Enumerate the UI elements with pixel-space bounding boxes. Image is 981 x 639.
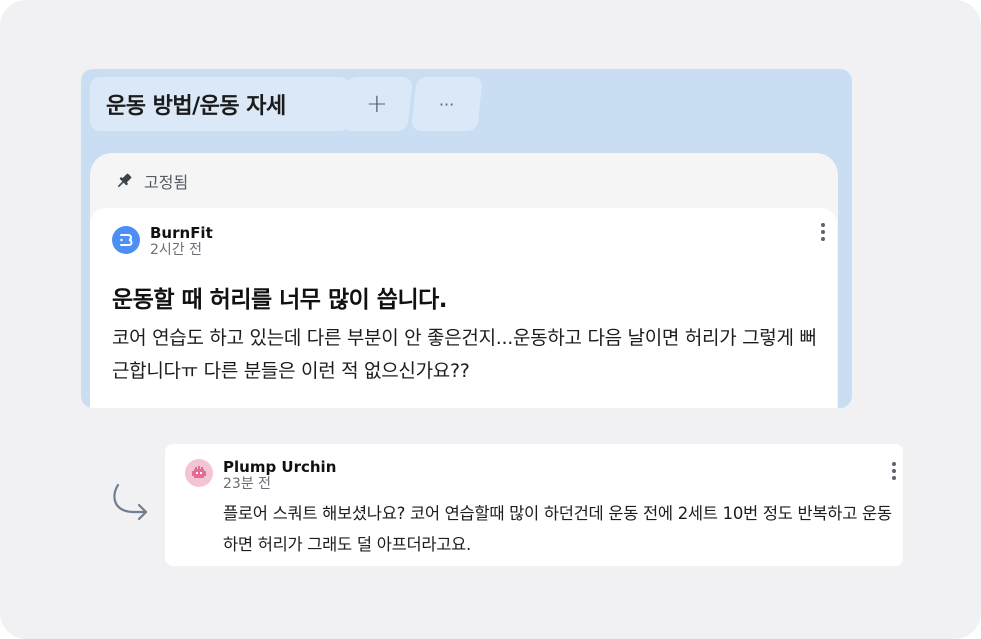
tab-board-title[interactable]: 운동 방법/운동 자세 <box>90 77 350 131</box>
pinned-label: 고정됨 <box>144 173 189 192</box>
post-body: 코어 연습도 하고 있는데 다른 부분이 안 좋은건지...운동하고 다음 날이… <box>112 327 817 382</box>
comment-author: Plump Urchin 23분 전 <box>185 458 336 492</box>
plus-icon: + <box>366 89 388 119</box>
comment-more-icon[interactable] <box>891 462 897 480</box>
pinned-header: 고정됨 <box>114 169 188 193</box>
tab-board-title-label: 운동 방법/운동 자세 <box>106 94 286 119</box>
pin-icon <box>114 171 134 191</box>
reply-arrow-icon <box>108 481 152 529</box>
post-more-icon[interactable] <box>820 223 826 241</box>
board-panel: 운동 방법/운동 자세 + ··· 고정됨 BurnFit 2시간 전 운동할 … <box>81 69 852 408</box>
post-author-name[interactable]: BurnFit <box>150 224 213 242</box>
post-timestamp: 2시간 전 <box>150 242 202 258</box>
pinned-section: 고정됨 BurnFit 2시간 전 운동할 때 허리를 너무 많이 씁니다. 코… <box>90 153 838 408</box>
add-tab-button[interactable]: + <box>341 77 413 131</box>
post-card[interactable]: BurnFit 2시간 전 운동할 때 허리를 너무 많이 씁니다. 코어 연습… <box>90 208 837 408</box>
app-frame: 운동 방법/운동 자세 + ··· 고정됨 BurnFit 2시간 전 운동할 … <box>0 0 981 639</box>
comment-timestamp: 23분 전 <box>223 476 272 492</box>
avatar[interactable] <box>112 226 140 254</box>
more-horizontal-icon: ··· <box>439 94 455 114</box>
comment-card[interactable]: Plump Urchin 23분 전 플로어 스쿼트 해보셨나요? 코어 연습할… <box>165 444 903 566</box>
post-title[interactable]: 운동할 때 허리를 너무 많이 씁니다. <box>112 280 448 314</box>
avatar[interactable] <box>185 459 213 487</box>
post-author: BurnFit 2시간 전 <box>112 224 213 258</box>
more-tab-button[interactable]: ··· <box>411 77 483 131</box>
comment-author-name[interactable]: Plump Urchin <box>223 458 336 476</box>
comment-body: 플로어 스쿼트 해보셨나요? 코어 연습할때 많이 하던건데 운동 전에 2세트… <box>223 504 892 554</box>
